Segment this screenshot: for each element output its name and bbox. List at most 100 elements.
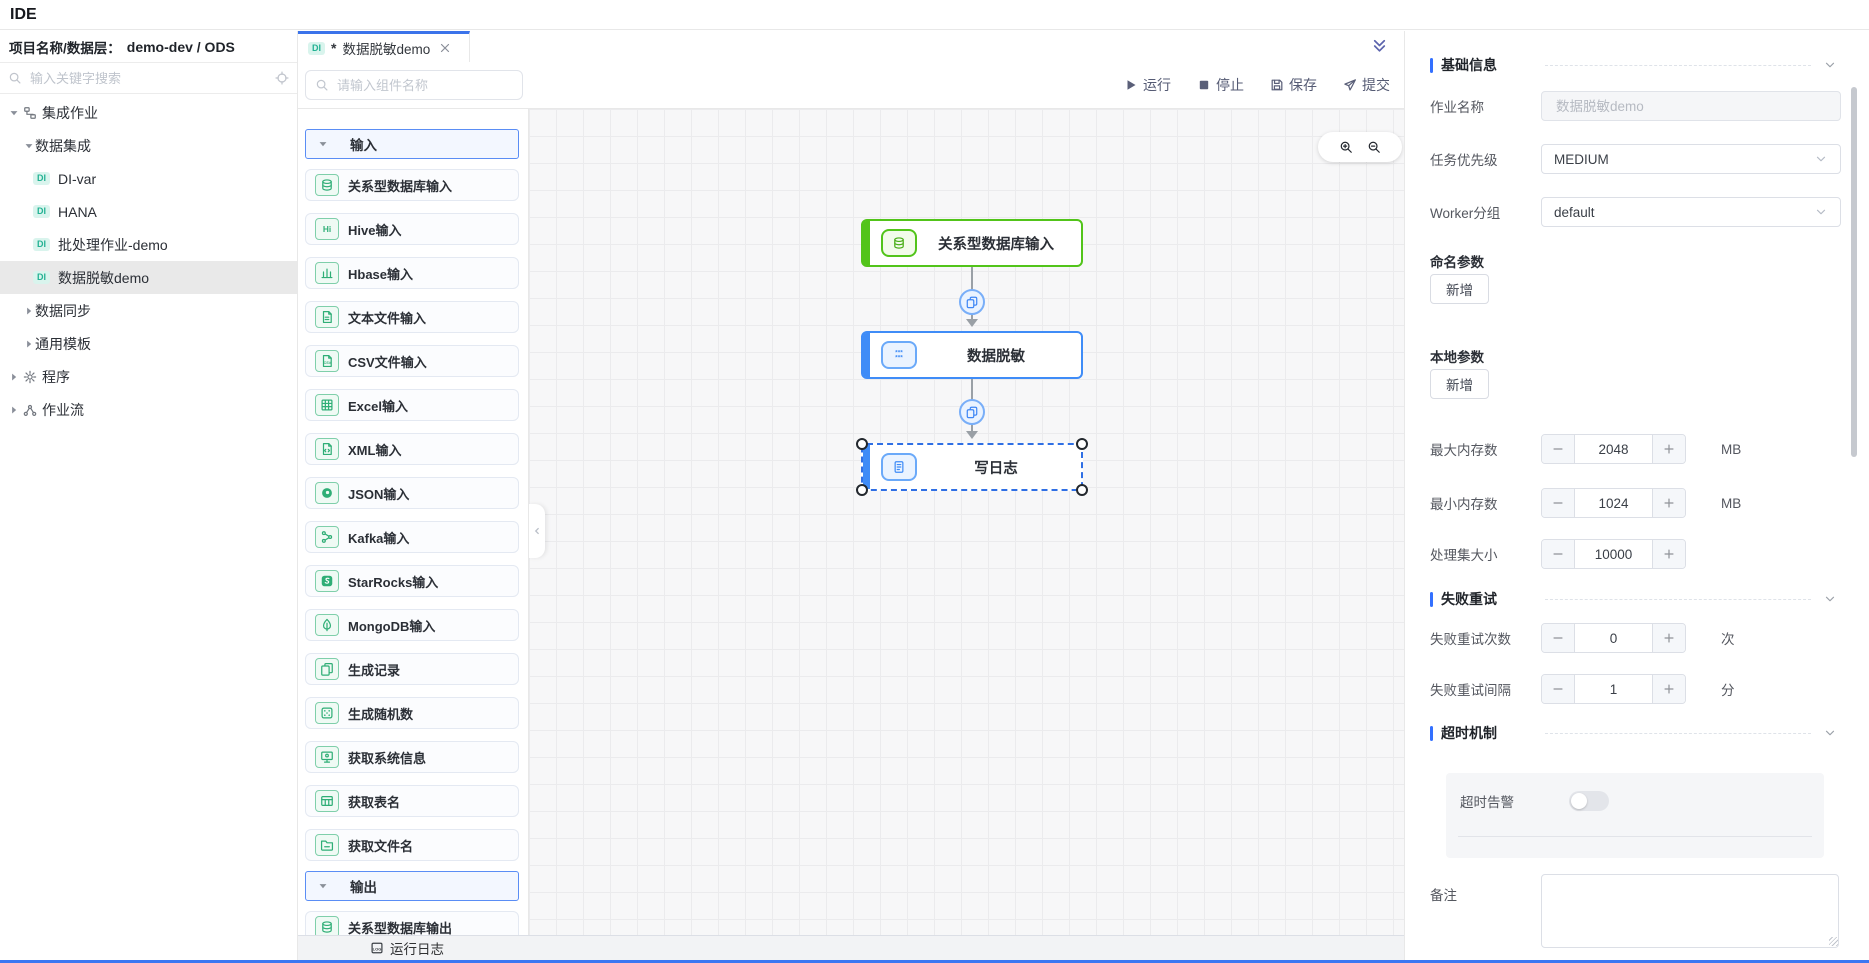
canvas-node-write-log[interactable]: 写日志 xyxy=(861,443,1083,491)
plus-button[interactable] xyxy=(1652,624,1685,652)
edge-copy-badge[interactable] xyxy=(959,399,985,425)
xml-icon xyxy=(315,438,339,460)
component-item-label: Hive输入 xyxy=(348,220,401,239)
di-badge: DI xyxy=(33,205,50,218)
worker-group-value: default xyxy=(1554,205,1814,220)
caret-right-icon[interactable] xyxy=(8,372,20,382)
chevron-down-icon[interactable] xyxy=(1823,726,1837,740)
resize-grip[interactable] xyxy=(1829,937,1838,946)
batch-size-value[interactable]: 10000 xyxy=(1575,540,1652,568)
plus-button[interactable] xyxy=(1652,435,1685,463)
canvas-node-data-masking[interactable]: ****** 数据脱敏 xyxy=(861,331,1083,379)
minus-button[interactable] xyxy=(1542,624,1575,652)
tree-item-通用模板[interactable]: 通用模板 xyxy=(0,327,297,360)
tree-item-程序[interactable]: 程序 xyxy=(0,360,297,393)
section-divider xyxy=(1545,65,1811,66)
resize-handle[interactable] xyxy=(1076,484,1088,496)
chevron-down-icon[interactable] xyxy=(1823,58,1837,72)
field-label: 最小内存数 xyxy=(1430,493,1498,513)
component-item-Hbase输入[interactable]: Hbase输入 xyxy=(305,257,519,289)
submit-button[interactable]: 提交 xyxy=(1343,75,1390,95)
tree-item-label: 数据集成 xyxy=(35,136,91,156)
edge-copy-badge[interactable] xyxy=(959,289,985,315)
submit-label: 提交 xyxy=(1362,75,1390,95)
caret-right-icon[interactable] xyxy=(23,306,35,316)
scrollbar-thumb[interactable] xyxy=(1851,87,1857,457)
job-name-input[interactable] xyxy=(1554,98,1828,115)
caret-right-icon[interactable] xyxy=(8,405,20,415)
toggle-knob xyxy=(1571,793,1587,809)
component-item-获取表名[interactable]: 获取表名 xyxy=(305,785,519,817)
component-item-Hive输入[interactable]: HiHive输入 xyxy=(305,213,519,245)
component-group-输出[interactable]: 输出 xyxy=(305,871,519,901)
add-local-param-button[interactable]: 新增 xyxy=(1430,369,1489,399)
component-item-获取文件名[interactable]: 获取文件名 xyxy=(305,829,519,861)
min-memory-value[interactable]: 1024 xyxy=(1575,489,1652,517)
component-item-Kafka输入[interactable]: Kafka输入 xyxy=(305,521,519,553)
zoom-in-icon[interactable] xyxy=(1339,140,1353,154)
tree-item-作业流[interactable]: 作业流 xyxy=(0,393,297,426)
retry-times-value[interactable]: 0 xyxy=(1575,624,1652,652)
component-item-StarRocks输入[interactable]: StarRocks输入 xyxy=(305,565,519,597)
sidebar-search-input[interactable] xyxy=(28,70,275,87)
tree-item-HANA[interactable]: DIHANA xyxy=(0,195,297,228)
component-item-MongoDB输入[interactable]: MongoDB输入 xyxy=(305,609,519,641)
tree-item-数据脱敏demo[interactable]: DI数据脱敏demo xyxy=(0,261,297,294)
max-memory-value[interactable]: 2048 xyxy=(1575,435,1652,463)
component-item-XML输入[interactable]: XML输入 xyxy=(305,433,519,465)
tree-item-数据同步[interactable]: 数据同步 xyxy=(0,294,297,327)
minus-button[interactable] xyxy=(1542,435,1575,463)
component-item-获取系统信息[interactable]: 获取系统信息 xyxy=(305,741,519,773)
plus-button[interactable] xyxy=(1652,540,1685,568)
retry-interval-value[interactable]: 1 xyxy=(1575,675,1652,703)
flow-canvas[interactable]: 关系型数据库输入 ****** 数据脱敏 xyxy=(528,109,1404,935)
component-item-生成随机数[interactable]: 生成随机数 xyxy=(305,697,519,729)
caret-right-icon[interactable] xyxy=(23,339,35,349)
timeout-alarm-toggle[interactable] xyxy=(1569,791,1609,811)
component-item-JSON输入[interactable]: JSON输入 xyxy=(305,477,519,509)
component-item-CSV文件输入[interactable]: CSVCSV文件输入 xyxy=(305,345,519,377)
double-chevron-down-icon[interactable] xyxy=(1371,37,1388,54)
stop-button[interactable]: 停止 xyxy=(1197,75,1244,95)
priority-select[interactable]: MEDIUM xyxy=(1541,144,1841,174)
component-search-input[interactable] xyxy=(335,77,515,94)
component-item-生成记录[interactable]: 生成记录 xyxy=(305,653,519,685)
remark-textarea[interactable] xyxy=(1541,874,1839,948)
plus-button[interactable] xyxy=(1652,489,1685,517)
plus-button[interactable] xyxy=(1652,675,1685,703)
locate-icon[interactable] xyxy=(275,71,289,85)
caret-down-icon[interactable] xyxy=(8,108,20,118)
component-item-关系型数据库输出[interactable]: 关系型数据库输出 xyxy=(305,911,519,935)
add-named-param-button[interactable]: 新增 xyxy=(1430,274,1489,304)
tree-item-批处理作业-demo[interactable]: DI批处理作业-demo xyxy=(0,228,297,261)
top-bar: IDE xyxy=(0,0,1869,30)
close-icon[interactable] xyxy=(438,41,452,55)
save-button[interactable]: 保存 xyxy=(1270,75,1317,95)
caret-down-icon[interactable] xyxy=(23,141,35,151)
worker-group-select[interactable]: default xyxy=(1541,197,1841,227)
system-info-icon xyxy=(315,746,339,768)
scrollbar[interactable] xyxy=(1849,62,1859,957)
minus-button[interactable] xyxy=(1542,540,1575,568)
resize-handle[interactable] xyxy=(1076,438,1088,450)
minus-button[interactable] xyxy=(1542,489,1575,517)
resize-handle[interactable] xyxy=(856,438,868,450)
tree-item-数据集成[interactable]: 数据集成 xyxy=(0,129,297,162)
component-group-输入[interactable]: 输入 xyxy=(305,129,519,159)
tree-item-DI-var[interactable]: DIDI-var xyxy=(0,162,297,195)
canvas-node-relational-db-input[interactable]: 关系型数据库输入 xyxy=(861,219,1083,267)
component-item-Excel输入[interactable]: Excel输入 xyxy=(305,389,519,421)
chevron-down-icon[interactable] xyxy=(1823,592,1837,606)
tab-data-masking-demo[interactable]: DI * 数据脱敏demo xyxy=(298,31,470,62)
minus-button[interactable] xyxy=(1542,675,1575,703)
run-log-bar[interactable]: LOG 运行日志 xyxy=(298,935,1404,960)
run-button[interactable]: 运行 xyxy=(1124,75,1171,95)
resize-handle[interactable] xyxy=(856,484,868,496)
tree-item-集成作业[interactable]: 集成作业 xyxy=(0,96,297,129)
component-item-文本文件输入[interactable]: 文本文件输入 xyxy=(305,301,519,333)
zoom-out-icon[interactable] xyxy=(1367,140,1381,154)
run-log-label: 运行日志 xyxy=(390,938,444,958)
component-item-关系型数据库输入[interactable]: 关系型数据库输入 xyxy=(305,169,519,201)
collapse-palette-handle[interactable] xyxy=(528,504,545,558)
section-divider xyxy=(1545,599,1811,600)
